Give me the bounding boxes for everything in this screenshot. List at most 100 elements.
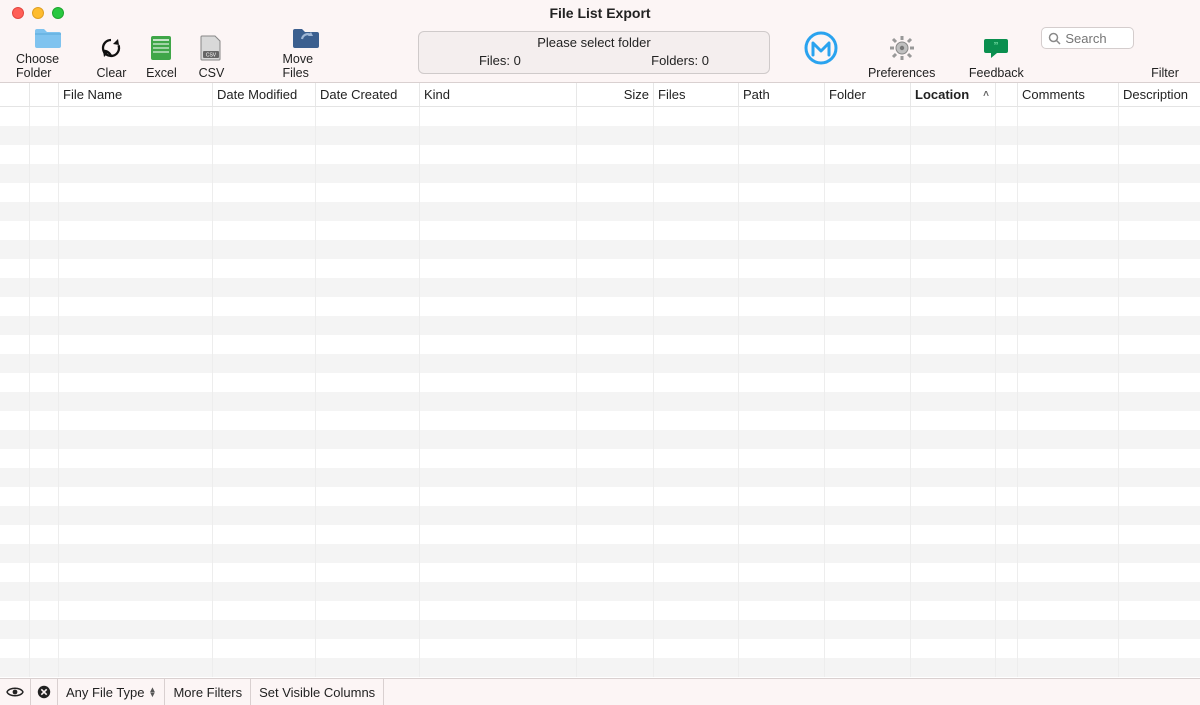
preferences-label: Preferences [868,66,935,80]
table-row[interactable] [0,601,1200,620]
table-row[interactable] [0,563,1200,582]
table-row[interactable] [0,107,1200,126]
col-header-files[interactable]: Files [654,83,739,106]
eye-icon [6,686,24,698]
col-header-blank2[interactable] [30,83,59,106]
table-row[interactable] [0,297,1200,316]
choose-folder-button[interactable]: Choose Folder [10,26,86,80]
col-header-file-name[interactable]: File Name [59,83,213,106]
filter-label: Filter [1151,66,1179,80]
table-row[interactable] [0,411,1200,430]
more-filters-label: More Filters [173,685,242,700]
preferences-button[interactable]: Preferences [862,26,941,80]
col-header-path[interactable]: Path [739,83,825,106]
excel-label: Excel [146,66,177,80]
toolbar: Choose Folder Clear [0,25,1200,83]
table-row[interactable] [0,658,1200,677]
clear-circle-icon [37,685,51,699]
titlebar: File List Export [0,0,1200,25]
sort-ascending-icon: ˄ [983,89,991,100]
app-logo-icon [804,32,838,64]
feedback-button[interactable]: ” Feedback [961,26,1031,80]
table-row[interactable] [0,278,1200,297]
table-row[interactable] [0,240,1200,259]
table-row[interactable] [0,430,1200,449]
csv-button[interactable]: CSV CSV [186,26,236,80]
col-header-folder[interactable]: Folder [825,83,911,106]
table-row[interactable] [0,145,1200,164]
table-row[interactable] [0,449,1200,468]
move-files-icon [291,26,321,50]
visibility-toggle-button[interactable] [0,679,31,705]
table-row[interactable] [0,335,1200,354]
table-body [0,107,1200,678]
col-header-date-modified[interactable]: Date Modified [213,83,316,106]
table-row[interactable] [0,468,1200,487]
toolbar-right-group: Preferences ” Feedback [798,26,1031,80]
file-table: File Name Date Modified Date Created Kin… [0,83,1200,678]
table-header: File Name Date Modified Date Created Kin… [0,83,1200,107]
clear-button[interactable]: Clear [86,26,136,80]
table-row[interactable] [0,392,1200,411]
folder-status-panel[interactable]: Please select folder Files: 0 Folders: 0 [418,31,770,74]
stepper-icon: ▲▼ [149,687,157,697]
files-count: Files: 0 [479,53,521,68]
clear-label: Clear [97,66,127,80]
app-logo-button[interactable] [798,26,844,80]
feedback-label: Feedback [969,66,1024,80]
col-header-kind[interactable]: Kind [420,83,577,106]
excel-button[interactable]: Excel [136,26,186,80]
clear-filter-button[interactable] [31,679,58,705]
feedback-icon: ” [982,32,1010,64]
csv-icon: CSV [200,32,222,64]
col-header-blank3[interactable] [996,83,1018,106]
col-header-location[interactable]: Location ˄ [911,83,996,106]
table-row[interactable] [0,639,1200,658]
search-field[interactable] [1041,27,1134,49]
folder-icon [33,26,63,50]
svg-text:CSV: CSV [206,52,217,58]
choose-folder-label: Choose Folder [16,52,80,80]
more-filters-button[interactable]: More Filters [165,679,251,705]
table-row[interactable] [0,354,1200,373]
move-files-button[interactable]: Move Files [276,26,336,80]
folder-prompt: Please select folder [429,35,759,50]
file-type-filter-button[interactable]: Any File Type ▲▼ [58,679,165,705]
col-header-size[interactable]: Size [577,83,654,106]
col-header-description[interactable]: Description [1119,83,1199,106]
col-header-comments[interactable]: Comments [1018,83,1119,106]
toolbar-left-group: Choose Folder Clear [10,26,336,80]
app-logo-spacer [819,66,822,80]
csv-label: CSV [199,66,225,80]
search-input[interactable] [1065,31,1127,46]
table-row[interactable] [0,183,1200,202]
gear-icon [888,32,916,64]
excel-icon [150,32,172,64]
table-row[interactable] [0,525,1200,544]
bottom-bar: Any File Type ▲▼ More Filters Set Visibl… [0,678,1200,705]
table-row[interactable] [0,202,1200,221]
table-row[interactable] [0,487,1200,506]
table-row[interactable] [0,582,1200,601]
col-header-blank1[interactable] [0,83,30,106]
table-row[interactable] [0,164,1200,183]
table-row[interactable] [0,126,1200,145]
table-row[interactable] [0,620,1200,639]
filter-button[interactable]: Filter [1140,26,1190,80]
table-row[interactable] [0,259,1200,278]
folders-count: Folders: 0 [651,53,709,68]
window-title: File List Export [0,5,1200,21]
svg-text:”: ” [994,41,999,52]
search-icon [1048,32,1061,45]
set-visible-columns-label: Set Visible Columns [259,685,375,700]
table-row[interactable] [0,373,1200,392]
table-row[interactable] [0,544,1200,563]
set-visible-columns-button[interactable]: Set Visible Columns [251,679,384,705]
table-row[interactable] [0,316,1200,335]
table-row[interactable] [0,506,1200,525]
refresh-icon [99,32,123,64]
file-type-filter-label: Any File Type [66,685,145,700]
move-files-label: Move Files [282,52,330,80]
col-header-date-created[interactable]: Date Created [316,83,420,106]
table-row[interactable] [0,221,1200,240]
